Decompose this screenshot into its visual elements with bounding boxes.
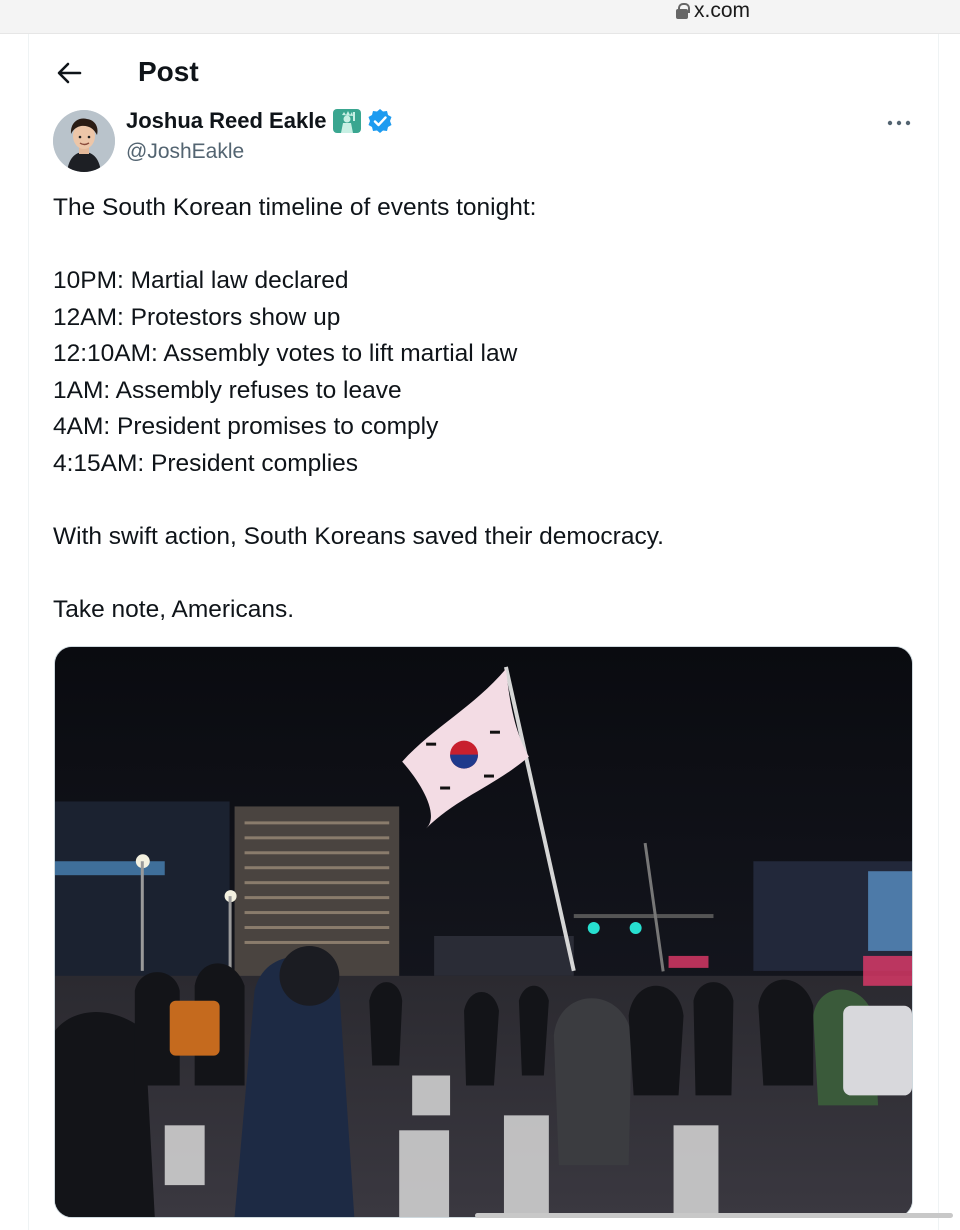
url-text: x.com [694, 0, 751, 22]
page-title: Post [138, 56, 199, 87]
lock-icon [676, 3, 690, 19]
post-line: The South Korean timeline of events toni… [53, 194, 537, 221]
post-line: Take note, Americans. [53, 595, 295, 623]
post-text: The South Korean timeline of events toni… [53, 190, 913, 628]
post-line: With swift action, South Koreans saved t… [53, 522, 664, 550]
avatar[interactable] [53, 110, 115, 172]
scrollbar-thumb[interactable] [475, 1213, 953, 1218]
post-line: 10PM: Martial law declared [53, 267, 349, 294]
post-line: 4AM: President promises to comply [53, 413, 439, 440]
browser-address-bar[interactable]: x.com [0, 0, 960, 34]
url-display[interactable]: x.com [676, 0, 750, 22]
author-name[interactable]: Joshua Reed Eakle [126, 108, 327, 134]
back-arrow-icon[interactable] [54, 58, 84, 88]
post-header: Post [28, 50, 939, 96]
post-line: 12:10AM: Assembly votes to lift martial … [53, 340, 518, 367]
author-handle[interactable]: @JoshEakle [126, 140, 393, 164]
author-info[interactable]: Joshua Reed Eakle @JoshEakle [126, 108, 393, 164]
post-line: 4:15AM: President complies [53, 449, 359, 477]
post-line: 12AM: Protestors show up [53, 303, 341, 331]
verified-badge-icon[interactable] [367, 108, 393, 134]
statue-of-liberty-icon [332, 109, 361, 133]
post-line: 1AM: Assembly refuses to leave [53, 376, 402, 404]
more-options-icon[interactable] [884, 112, 914, 134]
post-photo[interactable] [54, 646, 913, 1218]
night-street-flag-photo [55, 647, 912, 1217]
